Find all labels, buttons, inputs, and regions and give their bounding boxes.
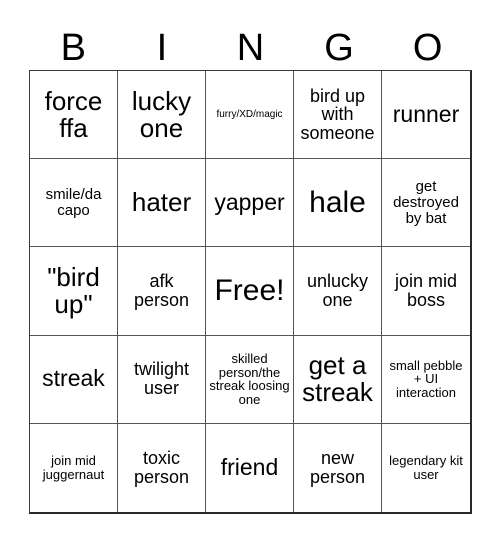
bingo-cell-label: force ffa: [44, 85, 103, 143]
bingo-cell-label: toxic person: [133, 448, 190, 487]
bingo-cell-label: yapper: [214, 188, 285, 215]
bingo-header-row: B I N G O: [29, 26, 472, 70]
bingo-cell-label: get destroyed by bat: [393, 178, 459, 227]
bingo-cell-o4[interactable]: small pebble + UI interaction: [382, 335, 470, 424]
bingo-cell-label: afk person: [133, 271, 190, 310]
bingo-grid: force ffa lucky one furry/XD/magic bird …: [29, 70, 472, 514]
bingo-cell-label: hater: [131, 187, 192, 218]
header-letter-b: B: [60, 27, 86, 69]
bingo-cell-o3[interactable]: join mid boss: [382, 247, 470, 336]
header-letter-i: I: [156, 27, 168, 69]
bingo-cell-i4[interactable]: twilight user: [118, 335, 206, 424]
header-letter-g: G: [324, 27, 354, 69]
bingo-cell-label: streak: [42, 365, 105, 392]
free-space-label: Free!: [214, 274, 285, 308]
bingo-cell-b5[interactable]: join mid juggernaut: [30, 423, 118, 512]
bingo-cell-label: friend: [220, 453, 279, 480]
bingo-cell-o1[interactable]: runner: [382, 71, 470, 160]
bingo-cell-g2[interactable]: hale: [294, 159, 382, 248]
bingo-cell-label: runner: [392, 100, 460, 127]
bingo-cell-g4[interactable]: get a streak: [294, 335, 382, 424]
bingo-cell-o5[interactable]: legendary kit user: [382, 423, 470, 512]
bingo-card: B I N G O force ffa lucky one furry/XD/m…: [0, 0, 500, 544]
bingo-cell-label: smile/da capo: [45, 186, 102, 219]
bingo-cell-b3[interactable]: "bird up": [30, 247, 118, 336]
bingo-cell-i1[interactable]: lucky one: [118, 71, 206, 160]
bingo-cell-o2[interactable]: get destroyed by bat: [382, 159, 470, 248]
bingo-cell-label: bird up with someone: [300, 85, 375, 143]
bingo-cell-label: get a streak: [302, 350, 373, 408]
bingo-cell-label: furry/XD/magic: [216, 108, 283, 120]
bingo-cell-label: new person: [309, 448, 366, 487]
bingo-cell-g1[interactable]: bird up with someone: [294, 71, 382, 160]
bingo-cell-label: join mid boss: [394, 271, 458, 310]
bingo-cell-label: unlucky one: [306, 271, 369, 310]
bingo-cell-label: skilled person/the streak loosing one: [209, 351, 290, 407]
bingo-cell-label: "bird up": [47, 261, 100, 319]
bingo-cell-free-space[interactable]: Free!: [206, 247, 294, 336]
bingo-cell-label: small pebble + UI interaction: [389, 357, 463, 400]
bingo-cell-n2[interactable]: yapper: [206, 159, 294, 248]
bingo-cell-n4[interactable]: skilled person/the streak loosing one: [206, 335, 294, 424]
bingo-cell-b4[interactable]: streak: [30, 335, 118, 424]
bingo-cell-b2[interactable]: smile/da capo: [30, 159, 118, 248]
header-letter-n: N: [236, 27, 265, 69]
bingo-cell-i5[interactable]: toxic person: [118, 423, 206, 512]
bingo-cell-label: legendary kit user: [389, 453, 463, 482]
bingo-cell-label: hale: [309, 186, 366, 220]
bingo-cell-i3[interactable]: afk person: [118, 247, 206, 336]
bingo-cell-g5[interactable]: new person: [294, 423, 382, 512]
header-letter-o: O: [412, 27, 443, 69]
bingo-cell-label: lucky one: [131, 85, 192, 143]
bingo-cell-label: join mid juggernaut: [42, 453, 105, 482]
bingo-cell-n5[interactable]: friend: [206, 423, 294, 512]
bingo-cell-i2[interactable]: hater: [118, 159, 206, 248]
bingo-cell-g3[interactable]: unlucky one: [294, 247, 382, 336]
bingo-cell-n1[interactable]: furry/XD/magic: [206, 71, 294, 160]
bingo-cell-b1[interactable]: force ffa: [30, 71, 118, 160]
bingo-cell-label: twilight user: [133, 359, 190, 399]
